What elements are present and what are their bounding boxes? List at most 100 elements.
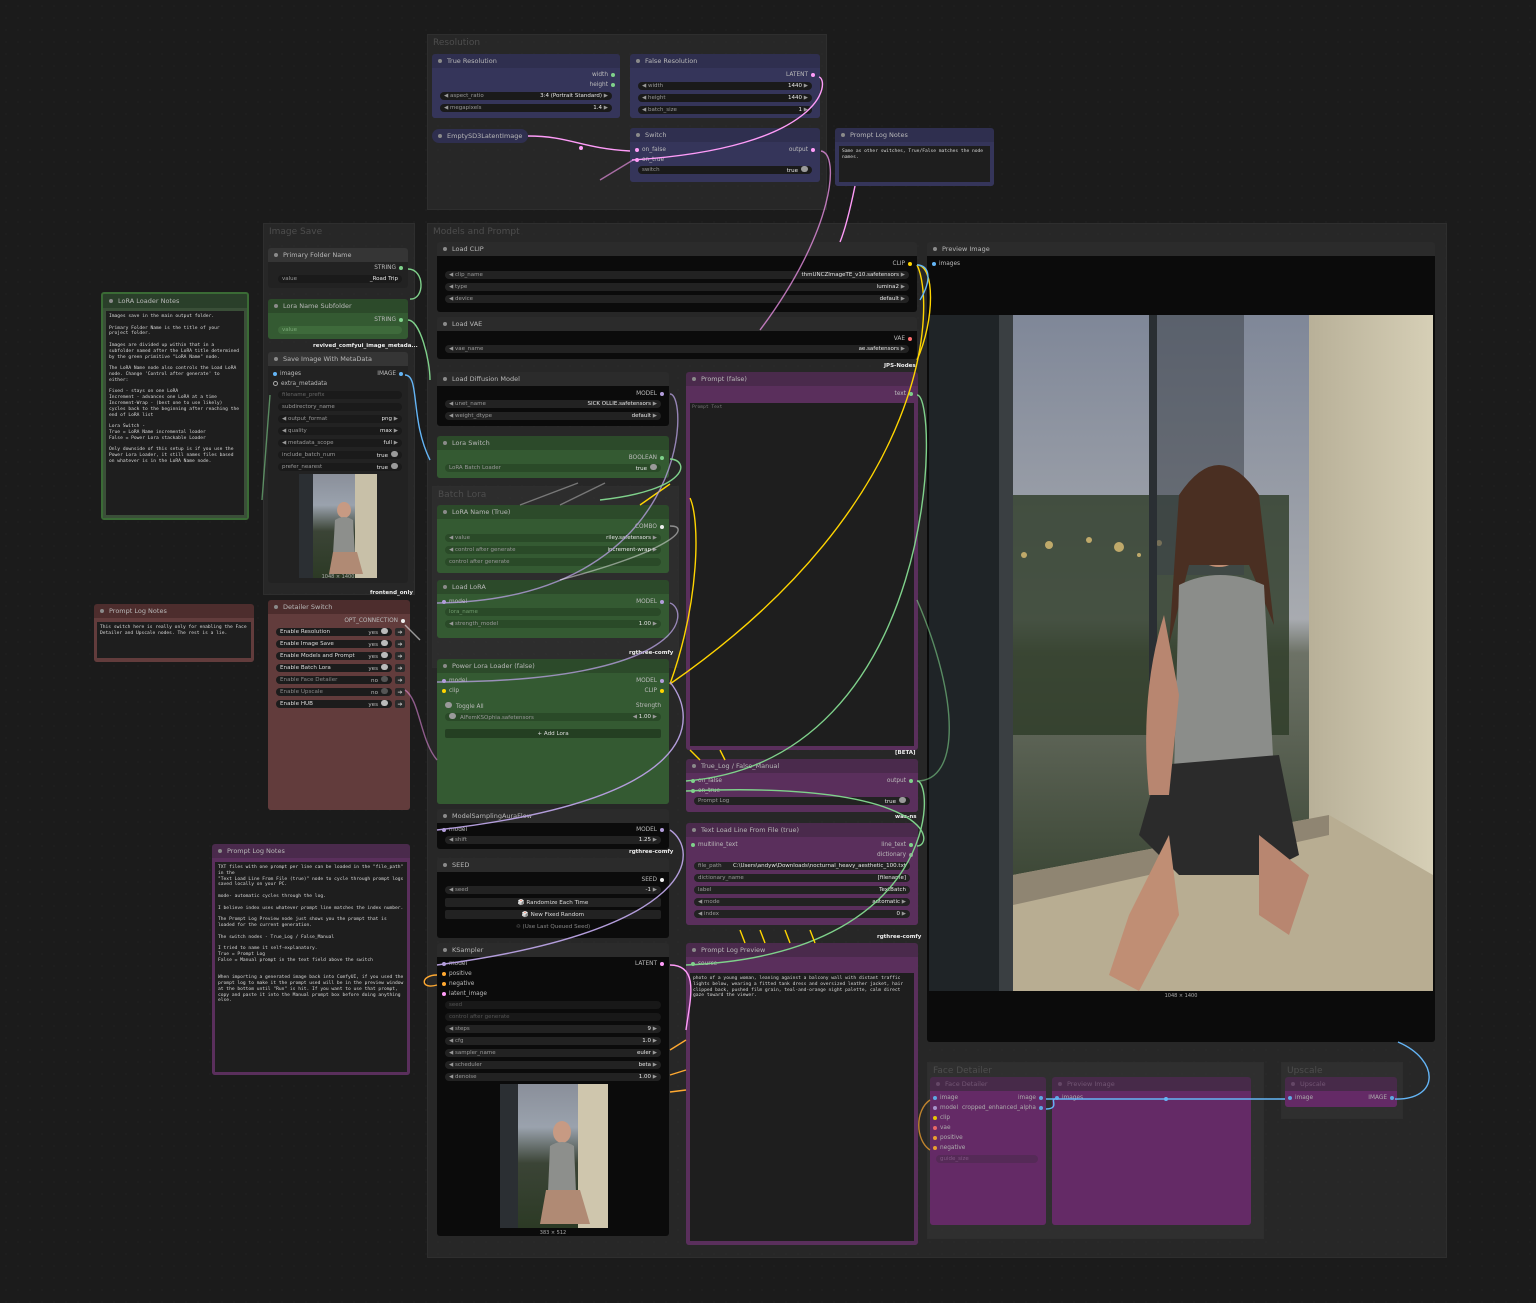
lora-name-widget[interactable]: lora_name	[445, 608, 661, 616]
denoise-widget[interactable]: ◀ denoise 1.00 ▶	[445, 1073, 661, 1081]
input-on-false[interactable]: on_false	[632, 146, 666, 154]
node-header[interactable]: Prompt Log Notes	[835, 128, 994, 142]
node-lora-name-subfolder[interactable]: Lora Name Subfolder STRING value	[268, 299, 408, 339]
node-prompt-false[interactable]: Prompt (false) text	[686, 372, 918, 750]
node-false-resolution[interactable]: False Resolution LATENT ◀ width 1440 ▶ ◀ …	[630, 54, 820, 118]
input-images[interactable]: images	[929, 260, 960, 268]
detailer-jump-icon[interactable]: ➔	[395, 640, 405, 648]
detailer-jump-icon[interactable]: ➔	[395, 700, 405, 708]
input-model[interactable]: model	[930, 1104, 958, 1112]
lora-row[interactable]: AlFemKSOphia.safetensors ◀ 1.00 ▶	[445, 713, 661, 721]
megapixels-widget[interactable]: ◀ megapixels 1.4 ▶	[440, 104, 612, 112]
node-face-detailer[interactable]: Face Detailer image model clip vae posit…	[930, 1077, 1046, 1225]
control-after-generate-2-widget[interactable]: control after generate	[445, 558, 661, 566]
node-prompt-log-notes-top[interactable]: Prompt Log Notes Same as other switches,…	[835, 128, 994, 186]
input-model[interactable]: model	[439, 960, 467, 968]
mode-widget[interactable]: ◀ mode automatic ▶	[694, 898, 910, 906]
seed-widget[interactable]: ◀ seed -1 ▶	[445, 886, 661, 894]
scheduler-widget[interactable]: ◀ scheduler beta ▶	[445, 1061, 661, 1069]
node-load-diffusion-model[interactable]: Load Diffusion Model MODEL ◀ unet_name SI…	[437, 372, 669, 426]
detailer-jump-icon[interactable]: ➔	[395, 628, 405, 636]
width-widget[interactable]: ◀ width 1440 ▶	[638, 82, 812, 90]
input-on-false[interactable]: on_false	[688, 777, 722, 785]
input-extra-metadata[interactable]: extra_metadata	[270, 380, 327, 388]
node-ksampler[interactable]: KSampler model positive negative latent_…	[437, 943, 669, 1236]
shift-widget[interactable]: ◀ shift 1.25 ▶	[445, 836, 661, 844]
output-image[interactable]: image	[1018, 1094, 1046, 1102]
output-latent[interactable]: LATENT	[635, 960, 667, 968]
node-load-clip[interactable]: Load CLIP CLIP ◀ clip_name thmUNCZImageTE…	[437, 242, 917, 312]
output-line-text[interactable]: line_text	[881, 841, 916, 849]
node-true-log-false-manual[interactable]: True_Log / False_Manual on_false on_true…	[686, 759, 918, 812]
node-header[interactable]: KSampler	[437, 943, 669, 957]
detailer-jump-icon[interactable]: ➔	[395, 652, 405, 660]
collapse-dot[interactable]	[438, 59, 442, 63]
input-positive[interactable]: positive	[930, 1134, 963, 1142]
quality-widget[interactable]: ◀ quality max ▶	[278, 427, 402, 435]
node-header[interactable]: Load LoRA	[437, 580, 669, 594]
output-clip[interactable]: CLIP	[645, 687, 667, 695]
output-image[interactable]: IMAGE	[1368, 1094, 1397, 1102]
weight-dtype-widget[interactable]: ◀ weight_dtype default ▶	[445, 412, 661, 420]
aspect-ratio-widget[interactable]: ◀ aspect_ratio 3:4 (Portrait Standard) ▶	[440, 92, 612, 100]
node-header[interactable]: EmptySD3LatentImage	[432, 129, 528, 143]
notes-text[interactable]: TXT files with one prompt per line can b…	[215, 862, 407, 1072]
node-header[interactable]: Lora Name Subfolder	[268, 299, 408, 313]
input-model[interactable]: model	[439, 598, 467, 606]
output-boolean[interactable]: BOOLEAN	[629, 454, 667, 462]
node-face-preview-image[interactable]: Preview Image images	[1052, 1077, 1251, 1225]
node-primary-folder-name[interactable]: Primary Folder Name STRING value _Road Tr…	[268, 248, 408, 288]
node-header[interactable]: Detailer Switch	[268, 600, 410, 614]
node-switch[interactable]: Switch on_false on_true output switch tru…	[630, 128, 820, 182]
height-widget[interactable]: ◀ height 1440 ▶	[638, 94, 812, 102]
node-empty-sd3-latent[interactable]: EmptySD3LatentImage	[432, 129, 528, 143]
node-header[interactable]: Primary Folder Name	[268, 248, 408, 262]
strength-model-widget[interactable]: ◀ strength_model 1.00 ▶	[445, 620, 661, 628]
include-batch-toggle[interactable]: include_batch_num true	[278, 451, 402, 459]
node-prompt-log-notes-low[interactable]: Prompt Log Notes TXT files with one prom…	[212, 844, 410, 1075]
detailer-toggle-row[interactable]: Enable Resolution yes	[276, 628, 392, 636]
prefer-nearest-toggle[interactable]: prefer_nearest true	[278, 463, 402, 471]
label-widget[interactable]: label TextBatch	[694, 886, 910, 894]
output-opt-connection[interactable]: OPT_CONNECTION	[344, 617, 408, 625]
index-widget[interactable]: ◀ index 0 ▶	[694, 910, 910, 918]
node-prompt-log-preview[interactable]: Prompt Log Preview source photo of a you…	[686, 943, 918, 1245]
output-model[interactable]: MODEL	[636, 677, 667, 685]
node-header[interactable]: Preview Image	[1052, 1077, 1251, 1091]
node-load-lora[interactable]: Load LoRA model MODEL lora_name ◀ streng…	[437, 580, 669, 638]
input-model[interactable]: model	[439, 826, 467, 834]
output-string[interactable]: STRING	[374, 264, 406, 272]
toggle-all[interactable]: Toggle All	[445, 702, 484, 711]
node-header[interactable]: False Resolution	[630, 54, 820, 68]
filename-prefix-widget[interactable]: filename_prefix	[278, 391, 402, 399]
seed-widget[interactable]: seed	[445, 1001, 661, 1009]
detailer-jump-icon[interactable]: ➔	[395, 664, 405, 672]
node-text-load-line[interactable]: Text Load Line From File (true) multilin…	[686, 823, 918, 925]
cfg-widget[interactable]: ◀ cfg 1.0 ▶	[445, 1037, 661, 1045]
output-model[interactable]: MODEL	[636, 390, 667, 398]
node-header[interactable]: Load VAE	[437, 317, 917, 331]
new-fixed-random-button[interactable]: 🎲 New Fixed Random	[445, 910, 661, 919]
node-prompt-log-notes-mid[interactable]: Prompt Log Notes This switch here is rea…	[94, 604, 254, 662]
lora-value-widget[interactable]: ◀ value riley.safetensors ▶	[445, 534, 661, 542]
node-lora-name-true[interactable]: LoRA Name (True) COMBO ◀ value riley.safe…	[437, 505, 669, 573]
node-preview-image[interactable]: Preview Image images 1048 × 1400	[927, 242, 1435, 1042]
guide-size-widget[interactable]: guide_size	[936, 1155, 1038, 1163]
notes-text[interactable]: Same as other switches, True/False match…	[839, 146, 990, 182]
detailer-toggle-row[interactable]: Enable Models and Prompt yes	[276, 652, 392, 660]
clip-device-widget[interactable]: ◀ device default ▶	[445, 295, 909, 303]
output-text[interactable]: text	[895, 390, 916, 398]
node-header[interactable]: Save Image With MetaData	[268, 352, 408, 366]
unet-name-widget[interactable]: ◀ unet_name SICK OLLIE.safetensors ▶	[445, 400, 661, 408]
randomize-each-time-button[interactable]: 🎲 Randomize Each Time	[445, 898, 661, 907]
sampler-name-widget[interactable]: ◀ sampler_name euler ▶	[445, 1049, 661, 1057]
node-header[interactable]: Load Diffusion Model	[437, 372, 669, 386]
node-lora-switch[interactable]: Lora Switch BOOLEAN LoRA Batch Loader tru…	[437, 436, 669, 478]
value-widget[interactable]: value	[278, 326, 402, 334]
node-upscale[interactable]: Upscale image IMAGE	[1285, 1077, 1397, 1107]
notes-text[interactable]: Images save in the main output folder. P…	[106, 311, 244, 515]
node-header[interactable]: LoRA Name (True)	[437, 505, 669, 519]
node-seed[interactable]: SEED SEED ◀ seed -1 ▶ 🎲 Randomize Each Ti…	[437, 858, 669, 938]
output-model[interactable]: MODEL	[636, 826, 667, 834]
prompt-textarea[interactable]	[690, 403, 914, 746]
